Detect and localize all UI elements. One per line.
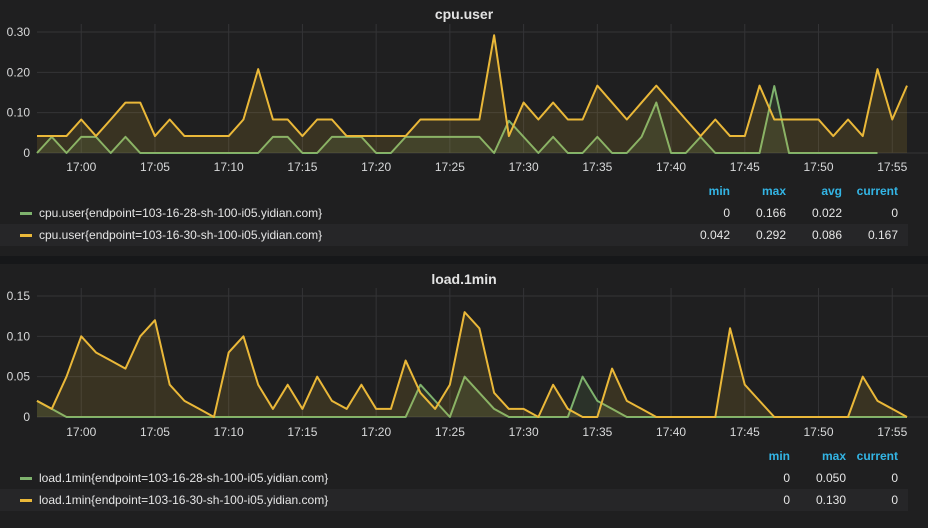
x-tick-label: 17:30	[509, 425, 539, 439]
legend-series-name[interactable]: load.1min{endpoint=103-16-30-sh-100-i05.…	[39, 489, 328, 511]
x-tick-label: 17:35	[582, 160, 612, 174]
legend-header-row: min max current	[0, 445, 908, 467]
legend-header-max[interactable]: max	[822, 445, 846, 467]
x-tick-label: 17:25	[435, 425, 465, 439]
legend-header-row: min max avg current	[0, 180, 908, 202]
x-tick-label: 17:20	[361, 160, 391, 174]
cpu-user-panel: cpu.user 0 0.10 0.20 0.30 17:00 17:05 17:10 17:…	[0, 0, 928, 256]
legend-series-name[interactable]: cpu.user{endpoint=103-16-30-sh-100-i05.y…	[39, 224, 322, 246]
legend-series-name[interactable]: load.1min{endpoint=103-16-28-sh-100-i05.…	[39, 467, 328, 489]
legend-value-avg: 0.022	[811, 206, 842, 220]
y-tick-label: 0.10	[7, 329, 31, 343]
x-tick-label: 17:15	[287, 425, 317, 439]
cpu-user-chart[interactable]: 0 0.10 0.20 0.30 17:00 17:05 17:10 17:15 17:20 17…	[0, 0, 928, 180]
y-tick-label: 0	[23, 410, 30, 424]
x-tick-label: 17:40	[656, 160, 686, 174]
legend-header-min[interactable]: min	[709, 180, 730, 202]
y-tick-label: 0.20	[7, 65, 31, 79]
legend-row[interactable]: cpu.user{endpoint=103-16-28-sh-100-i05.y…	[0, 202, 908, 224]
y-tick-label: 0.30	[7, 25, 31, 39]
legend-swatch[interactable]	[20, 477, 32, 480]
legend-value-max: 0.166	[755, 206, 786, 220]
cpu-user-legend: min max avg current cpu.user{endpoint=103-16…	[0, 180, 908, 246]
legend-value-avg: 0.086	[811, 228, 842, 242]
x-tick-label: 17:50	[804, 425, 834, 439]
x-tick-label: 17:45	[730, 160, 760, 174]
x-tick-label: 17:45	[730, 425, 760, 439]
legend-value-min: 0	[783, 471, 790, 485]
legend-header-max[interactable]: max	[762, 180, 786, 202]
legend-header-current[interactable]: current	[857, 445, 898, 467]
legend-row[interactable]: load.1min{endpoint=103-16-30-sh-100-i05.…	[0, 489, 908, 511]
x-tick-label: 17:25	[435, 160, 465, 174]
legend-value-current: 0	[891, 206, 898, 220]
load-1min-panel: load.1min 0 0.05 0.10 0.15 17:00 17:05 17:10 17…	[0, 264, 928, 528]
x-tick-label: 17:10	[214, 160, 244, 174]
x-tick-label: 17:55	[877, 160, 907, 174]
x-tick-label: 17:15	[287, 160, 317, 174]
legend-value-min: 0	[723, 206, 730, 220]
x-tick-label: 17:30	[509, 160, 539, 174]
load-1min-chart[interactable]: 0 0.05 0.10 0.15 17:00 17:05 17:10 17:15 17:20 17…	[0, 264, 928, 444]
x-tick-label: 17:50	[804, 160, 834, 174]
y-tick-label: 0.05	[7, 370, 31, 384]
legend-value-current: 0	[891, 493, 898, 507]
x-tick-label: 17:00	[66, 425, 96, 439]
legend-value-current: 0.167	[867, 228, 898, 242]
legend-value-min: 0	[783, 493, 790, 507]
x-tick-label: 17:05	[140, 425, 170, 439]
x-tick-label: 17:35	[582, 425, 612, 439]
load-1min-legend: min max current load.1min{endpoint=103-16-2…	[0, 445, 908, 511]
legend-swatch[interactable]	[20, 499, 32, 502]
legend-value-max: 0.292	[755, 228, 786, 242]
y-tick-label: 0	[23, 146, 30, 160]
legend-swatch[interactable]	[20, 212, 32, 215]
x-tick-label: 17:00	[66, 160, 96, 174]
legend-header-avg[interactable]: avg	[821, 180, 842, 202]
legend-value-max: 0.130	[815, 493, 846, 507]
x-tick-label: 17:05	[140, 160, 170, 174]
legend-header-current[interactable]: current	[857, 180, 898, 202]
series-area	[37, 312, 907, 417]
legend-header-min[interactable]: min	[769, 445, 790, 467]
legend-value-min: 0.042	[699, 228, 730, 242]
legend-row[interactable]: load.1min{endpoint=103-16-28-sh-100-i05.…	[0, 467, 908, 489]
y-tick-label: 0.10	[7, 106, 31, 120]
x-tick-label: 17:40	[656, 425, 686, 439]
legend-swatch[interactable]	[20, 234, 32, 237]
legend-value-current: 0	[891, 471, 898, 485]
x-tick-label: 17:10	[214, 425, 244, 439]
y-tick-label: 0.15	[7, 289, 31, 303]
legend-series-name[interactable]: cpu.user{endpoint=103-16-28-sh-100-i05.y…	[39, 202, 322, 224]
legend-row[interactable]: cpu.user{endpoint=103-16-30-sh-100-i05.y…	[0, 224, 908, 246]
x-tick-label: 17:20	[361, 425, 391, 439]
x-tick-label: 17:55	[877, 425, 907, 439]
legend-value-max: 0.050	[815, 471, 846, 485]
